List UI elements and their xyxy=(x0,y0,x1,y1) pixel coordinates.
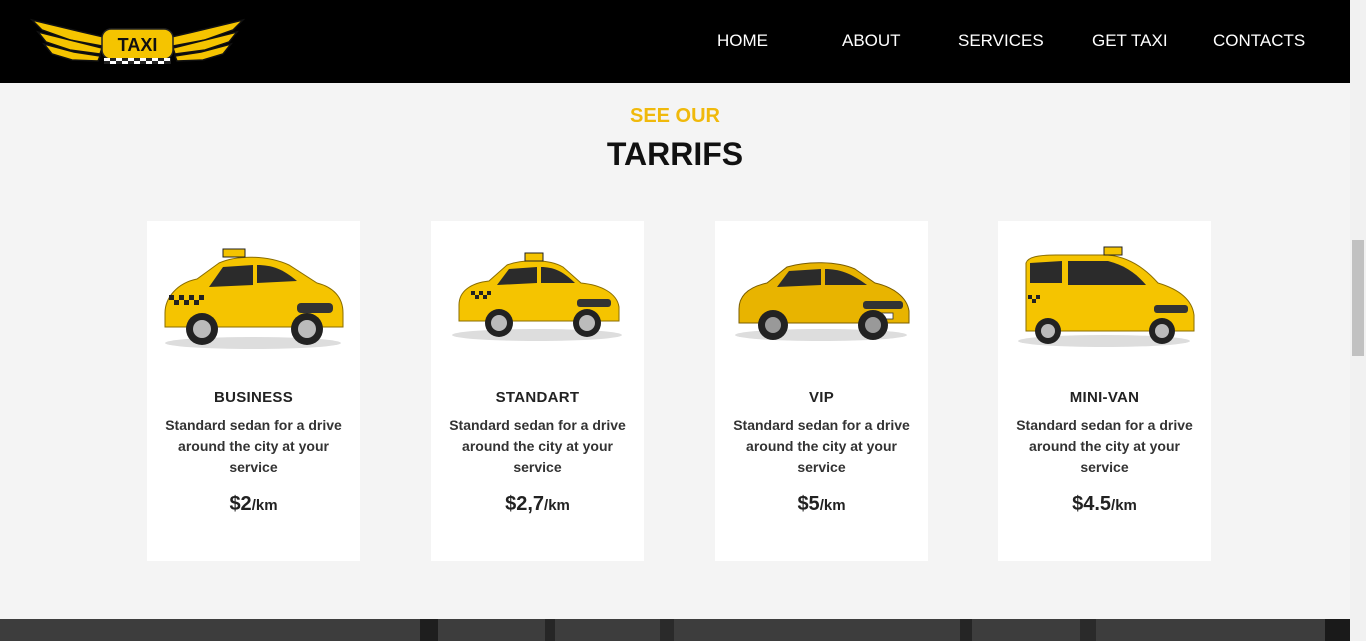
nav-services[interactable]: SERVICES xyxy=(958,31,1044,51)
tariff-name: VIP xyxy=(808,389,835,406)
logo-text: TAXI xyxy=(118,35,158,55)
price-unit: /km xyxy=(1111,497,1137,514)
tariff-description: Standard sedan for a drive around the ci… xyxy=(1016,417,1193,475)
section-title: TARRIFS xyxy=(606,136,744,172)
scrollbar-thumb[interactable] xyxy=(1352,240,1364,356)
tariff-price: $5/km xyxy=(715,493,928,516)
taxi-logo[interactable]: TAXI xyxy=(30,12,245,70)
nav-contacts[interactable]: CONTACTS xyxy=(1213,31,1305,51)
tariff-name: MINI-VAN xyxy=(1069,389,1140,406)
taxi-hatchback-icon xyxy=(164,248,344,349)
suv-icon xyxy=(735,262,910,341)
price-value: $5 xyxy=(797,493,820,515)
price-unit: /km xyxy=(251,497,278,514)
tariff-card-standart[interactable]: STANDART Standard sedan for a drive arou… xyxy=(431,221,644,561)
tariff-description: Standard sedan for a drive around the ci… xyxy=(165,417,342,475)
tariff-price: $4.5/km xyxy=(998,493,1211,516)
next-section-background xyxy=(0,619,1350,641)
tariff-card-vip[interactable]: VIP Standard sedan for a drive around th… xyxy=(715,221,928,561)
price-value: $2,7 xyxy=(505,493,545,515)
nav-about[interactable]: ABOUT xyxy=(842,31,901,51)
price-unit: /km xyxy=(819,497,846,514)
tariff-description: Standard sedan for a drive around the ci… xyxy=(449,417,626,475)
price-value: $4.5 xyxy=(1072,493,1112,515)
tariff-name: STANDART xyxy=(495,389,580,406)
price-value: $2 xyxy=(229,493,252,515)
photo-strip xyxy=(0,619,1350,641)
tariff-name: BUSINESS xyxy=(213,389,294,406)
minivan-icon xyxy=(1018,246,1195,347)
tariff-card-business[interactable]: BUSINESS Standard sedan for a drive arou… xyxy=(147,221,360,561)
nav-home[interactable]: HOME xyxy=(717,31,768,51)
tariff-price: $2,7/km xyxy=(431,493,644,516)
taxi-sedan-icon xyxy=(452,252,622,341)
section-eyebrow: SEE OUR xyxy=(629,105,721,127)
nav-get-taxi[interactable]: GET TAXI xyxy=(1092,31,1168,51)
price-unit: /km xyxy=(544,497,570,514)
tariff-price: $2/km xyxy=(147,493,360,516)
navbar: TAXI HOME ABOUT SERVICES GET TAXI CONTAC… xyxy=(0,0,1350,83)
tariff-card-mini-van[interactable]: MINI-VAN Standard sedan for a drive arou… xyxy=(998,221,1211,561)
tariff-description: Standard sedan for a drive around the ci… xyxy=(733,417,910,475)
